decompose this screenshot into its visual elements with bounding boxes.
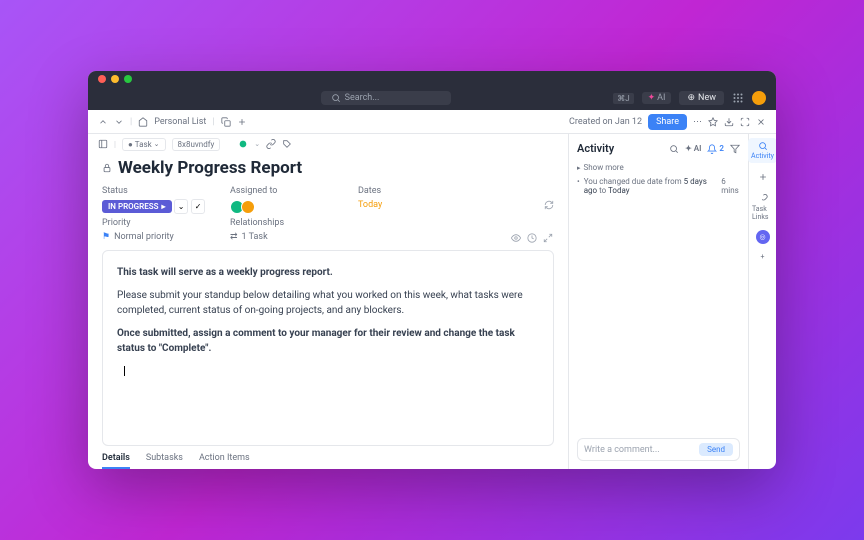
close-icon[interactable] bbox=[756, 117, 766, 127]
rail-activity[interactable]: Activity bbox=[748, 138, 776, 163]
fullscreen-icon[interactable] bbox=[543, 233, 553, 243]
filter-icon[interactable] bbox=[730, 144, 740, 154]
panel-icon[interactable] bbox=[98, 139, 108, 149]
copy-icon[interactable] bbox=[221, 117, 231, 127]
assignees[interactable] bbox=[230, 200, 350, 214]
rail-app-icon[interactable]: ◎ bbox=[756, 230, 770, 244]
chevron-up-icon[interactable] bbox=[98, 117, 108, 127]
show-more-button[interactable]: ▸Show more bbox=[577, 161, 740, 174]
priority-label: Priority bbox=[102, 218, 222, 228]
send-button[interactable]: Send bbox=[699, 443, 733, 456]
dates-value[interactable]: Today bbox=[358, 200, 478, 214]
relationships-label: Relationships bbox=[230, 218, 350, 228]
description-editor[interactable]: This task will serve as a weekly progres… bbox=[102, 250, 554, 446]
close-window[interactable] bbox=[98, 75, 106, 83]
titlebar bbox=[88, 71, 776, 86]
breadcrumb-location[interactable]: Personal List bbox=[154, 117, 206, 127]
minimize-window[interactable] bbox=[111, 75, 119, 83]
breadcrumb-bar: | Personal List | Created on Jan 12 Shar… bbox=[88, 110, 776, 134]
priority-value[interactable]: ⚑Normal priority bbox=[102, 232, 222, 242]
tab-action-items[interactable]: Action Items bbox=[199, 453, 250, 469]
notification-count[interactable]: 2 bbox=[707, 144, 724, 154]
dates-label: Dates bbox=[358, 186, 478, 196]
link-icon[interactable] bbox=[266, 139, 276, 149]
status-label: Status bbox=[102, 186, 222, 196]
status-value[interactable]: IN PROGRESS ▸ bbox=[102, 200, 172, 213]
download-icon[interactable] bbox=[724, 117, 734, 127]
plus-icon[interactable] bbox=[237, 117, 247, 127]
activity-heading: Activity bbox=[577, 142, 614, 155]
eye-icon[interactable] bbox=[511, 233, 521, 243]
assigned-label: Assigned to bbox=[230, 186, 350, 196]
user-avatar[interactable] bbox=[752, 91, 766, 105]
chevron-down-icon[interactable] bbox=[114, 117, 124, 127]
ai-button[interactable]: ✦AI bbox=[642, 92, 672, 104]
clock-icon[interactable] bbox=[527, 233, 537, 243]
expand-icon[interactable] bbox=[740, 117, 750, 127]
search-shortcut: ⌘J bbox=[613, 93, 633, 104]
tab-subtasks[interactable]: Subtasks bbox=[146, 453, 183, 469]
bottom-tabs: Details Subtasks Action Items bbox=[88, 446, 568, 469]
created-date: Created on Jan 12 bbox=[569, 117, 642, 127]
search-icon bbox=[331, 93, 341, 103]
maximize-window[interactable] bbox=[124, 75, 132, 83]
sync-icon[interactable] bbox=[544, 200, 554, 210]
tag-icon[interactable] bbox=[282, 139, 292, 149]
search-activity-icon[interactable] bbox=[669, 144, 679, 154]
status-dot-icon[interactable] bbox=[238, 139, 248, 149]
comment-input[interactable]: Write a comment... Send bbox=[577, 438, 740, 461]
desc-p2: Please submit your standup below detaili… bbox=[117, 288, 539, 318]
task-type-pill[interactable]: ● Task ⌄ bbox=[122, 138, 166, 151]
star-icon[interactable] bbox=[708, 117, 718, 127]
search-input[interactable]: Search... bbox=[321, 91, 451, 105]
more-icon[interactable]: ⋯ bbox=[693, 117, 702, 127]
status-next[interactable]: ⌄ bbox=[174, 199, 189, 214]
rail-plus[interactable]: + bbox=[758, 250, 768, 264]
rail-task-links[interactable]: Task Links bbox=[749, 191, 776, 224]
relationships-value[interactable]: ⇄1 Task bbox=[230, 232, 350, 242]
meta-bar: | ● Task ⌄ 8x8uvndfy ⌄ bbox=[88, 134, 568, 154]
lock-icon bbox=[102, 163, 112, 173]
text-cursor bbox=[124, 366, 125, 376]
tab-details[interactable]: Details bbox=[102, 453, 130, 469]
new-button[interactable]: ⊕New bbox=[679, 91, 724, 105]
app-window: Search... ⌘J ✦AI ⊕New | Personal List | … bbox=[88, 71, 776, 469]
activity-ai[interactable]: ✦ AI bbox=[685, 144, 701, 153]
search-placeholder: Search... bbox=[345, 93, 380, 103]
activity-item: • You changed due date from 5 days ago t… bbox=[577, 174, 740, 198]
status-check[interactable]: ✓ bbox=[191, 199, 206, 214]
task-id-pill[interactable]: 8x8uvndfy bbox=[172, 138, 221, 151]
home-icon[interactable] bbox=[138, 117, 148, 127]
desc-p3: Once submitted, assign a comment to your… bbox=[117, 328, 515, 354]
topbar: Search... ⌘J ✦AI ⊕New bbox=[88, 86, 776, 110]
share-button[interactable]: Share bbox=[648, 114, 687, 130]
desc-p1: This task will serve as a weekly progres… bbox=[117, 267, 333, 278]
apps-icon[interactable] bbox=[732, 92, 744, 104]
rail-add[interactable] bbox=[755, 169, 771, 185]
task-title[interactable]: Weekly Progress Report bbox=[118, 158, 302, 178]
